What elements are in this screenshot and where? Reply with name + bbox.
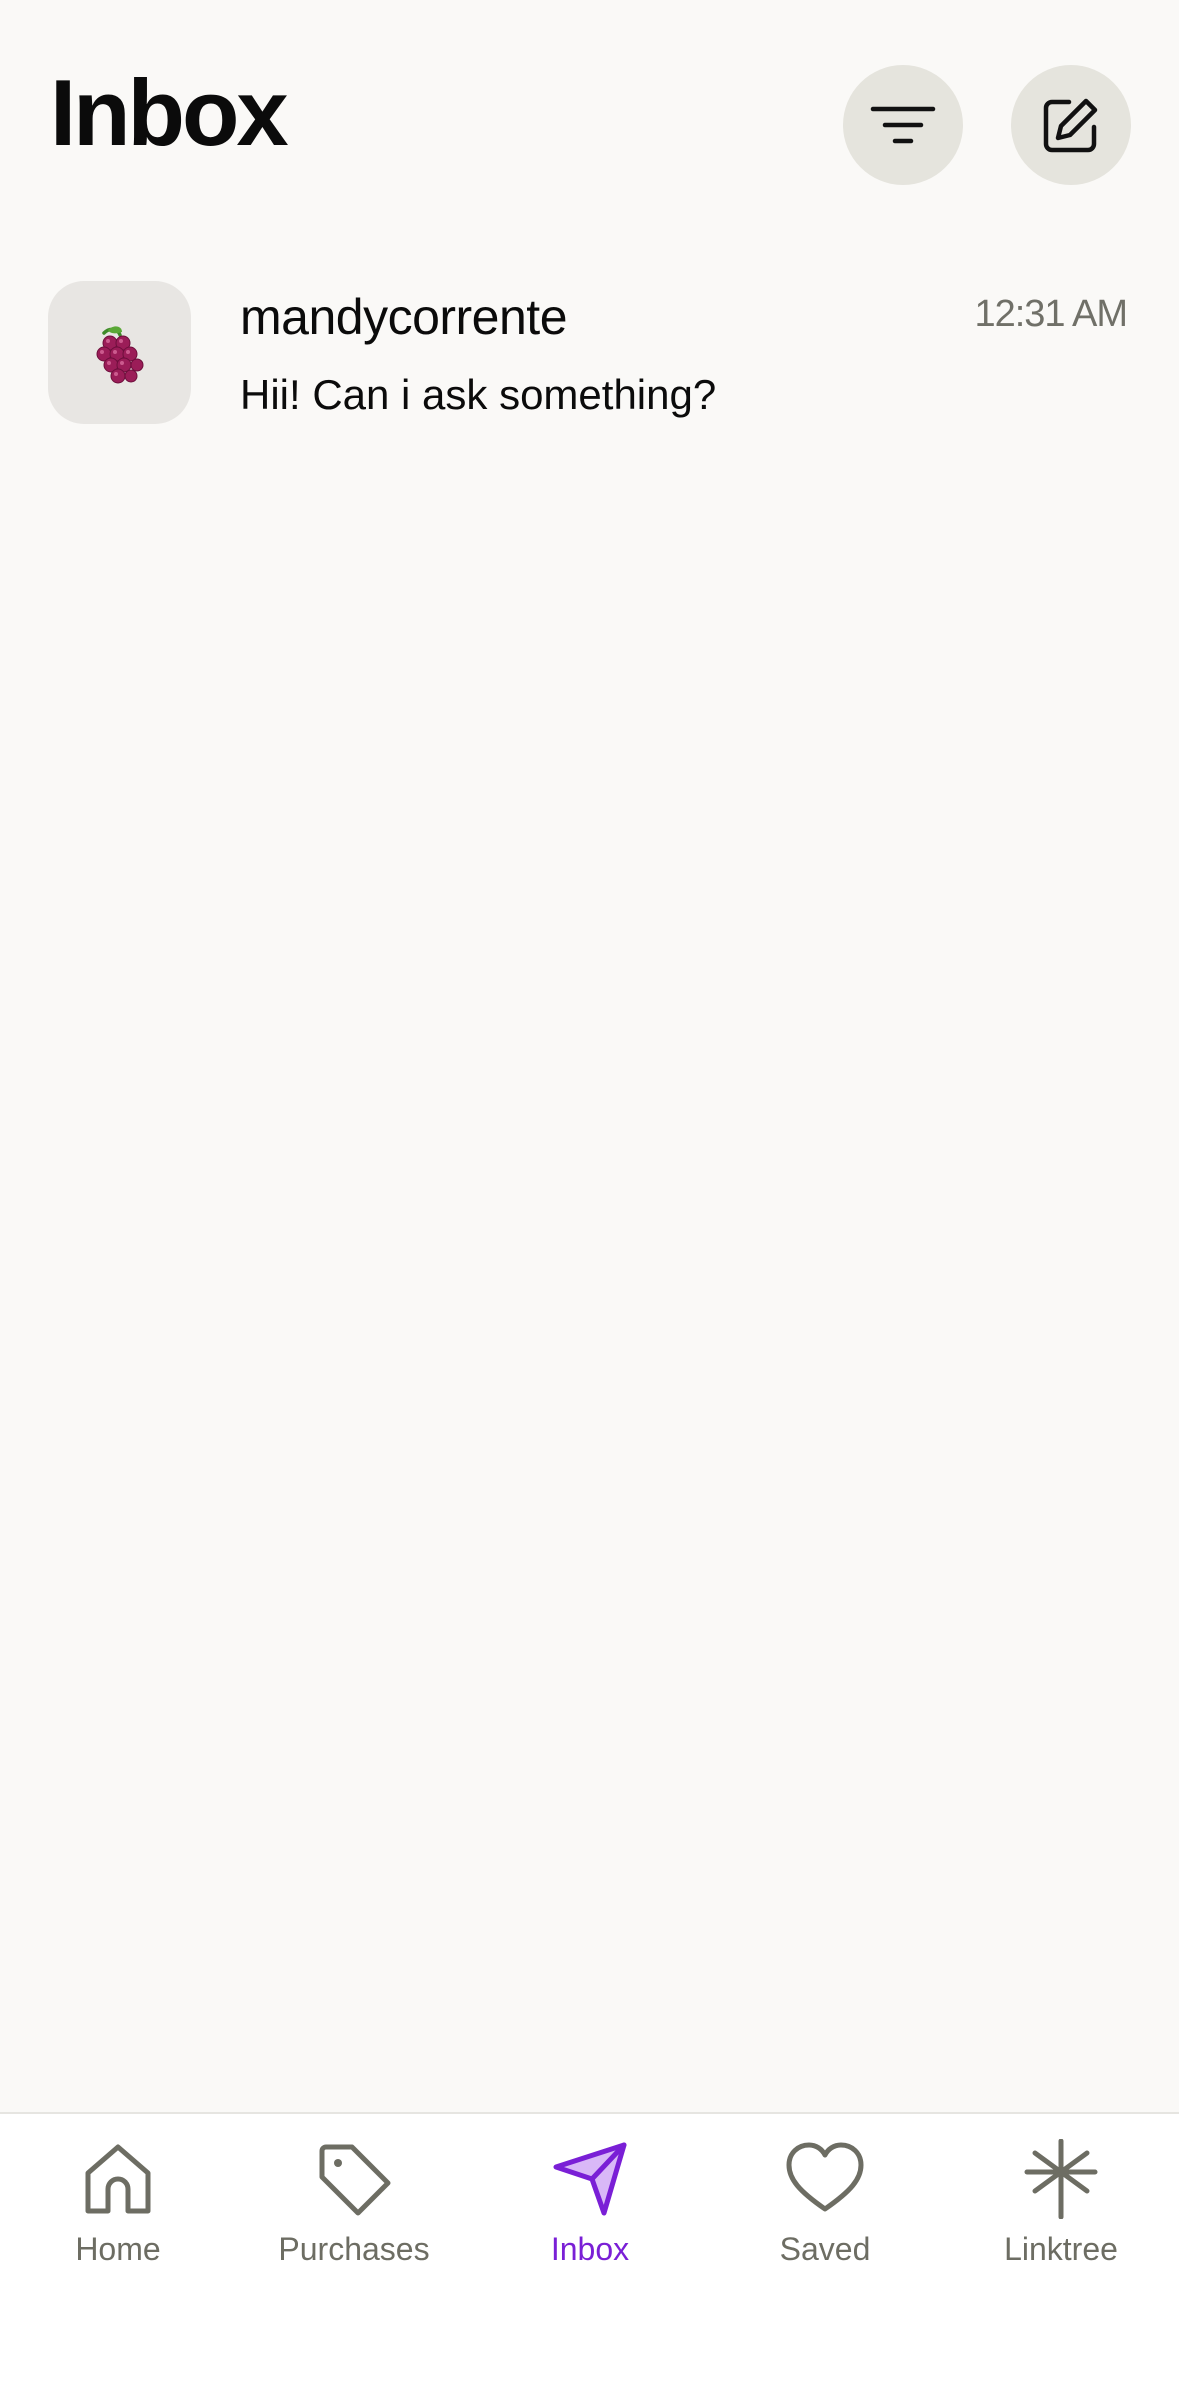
compose-button[interactable] — [1011, 65, 1131, 185]
conversation-row[interactable]: mandycorrente 12:31 AM Hii! Can i ask so… — [0, 270, 1179, 440]
page-title: Inbox — [50, 60, 289, 165]
tab-saved[interactable]: Saved — [707, 2139, 943, 2289]
tab-purchases[interactable]: Purchases — [236, 2139, 472, 2289]
heart-icon — [786, 2142, 864, 2212]
tab-purchases-label: Purchases — [278, 2231, 430, 2267]
conversation-timestamp: 12:31 AM — [974, 293, 1128, 335]
avatar — [48, 281, 191, 424]
tab-inbox[interactable]: Inbox — [472, 2139, 708, 2289]
linktree-icon — [1024, 2139, 1098, 2219]
filter-icon — [870, 106, 936, 144]
tab-saved-label: Saved — [779, 2231, 871, 2267]
tab-linktree-label: Linktree — [1004, 2231, 1118, 2267]
compose-icon — [1043, 98, 1098, 153]
header: Inbox — [0, 0, 1179, 250]
tab-inbox-label: Inbox — [550, 2231, 630, 2267]
tab-home-label: Home — [75, 2231, 161, 2267]
home-icon — [85, 2144, 151, 2214]
bottom-tab-bar: Home Purchases Inbox Saved Linktree — [0, 2112, 1179, 2398]
tag-icon — [319, 2144, 391, 2216]
tab-linktree[interactable]: Linktree — [943, 2139, 1179, 2289]
send-icon — [553, 2142, 627, 2216]
conversation-sender: mandycorrente — [240, 289, 568, 345]
conversation-preview: Hii! Can i ask something? — [240, 371, 717, 418]
tab-home[interactable]: Home — [0, 2139, 236, 2289]
filter-button[interactable] — [843, 65, 963, 185]
grapes-icon — [96, 325, 143, 383]
